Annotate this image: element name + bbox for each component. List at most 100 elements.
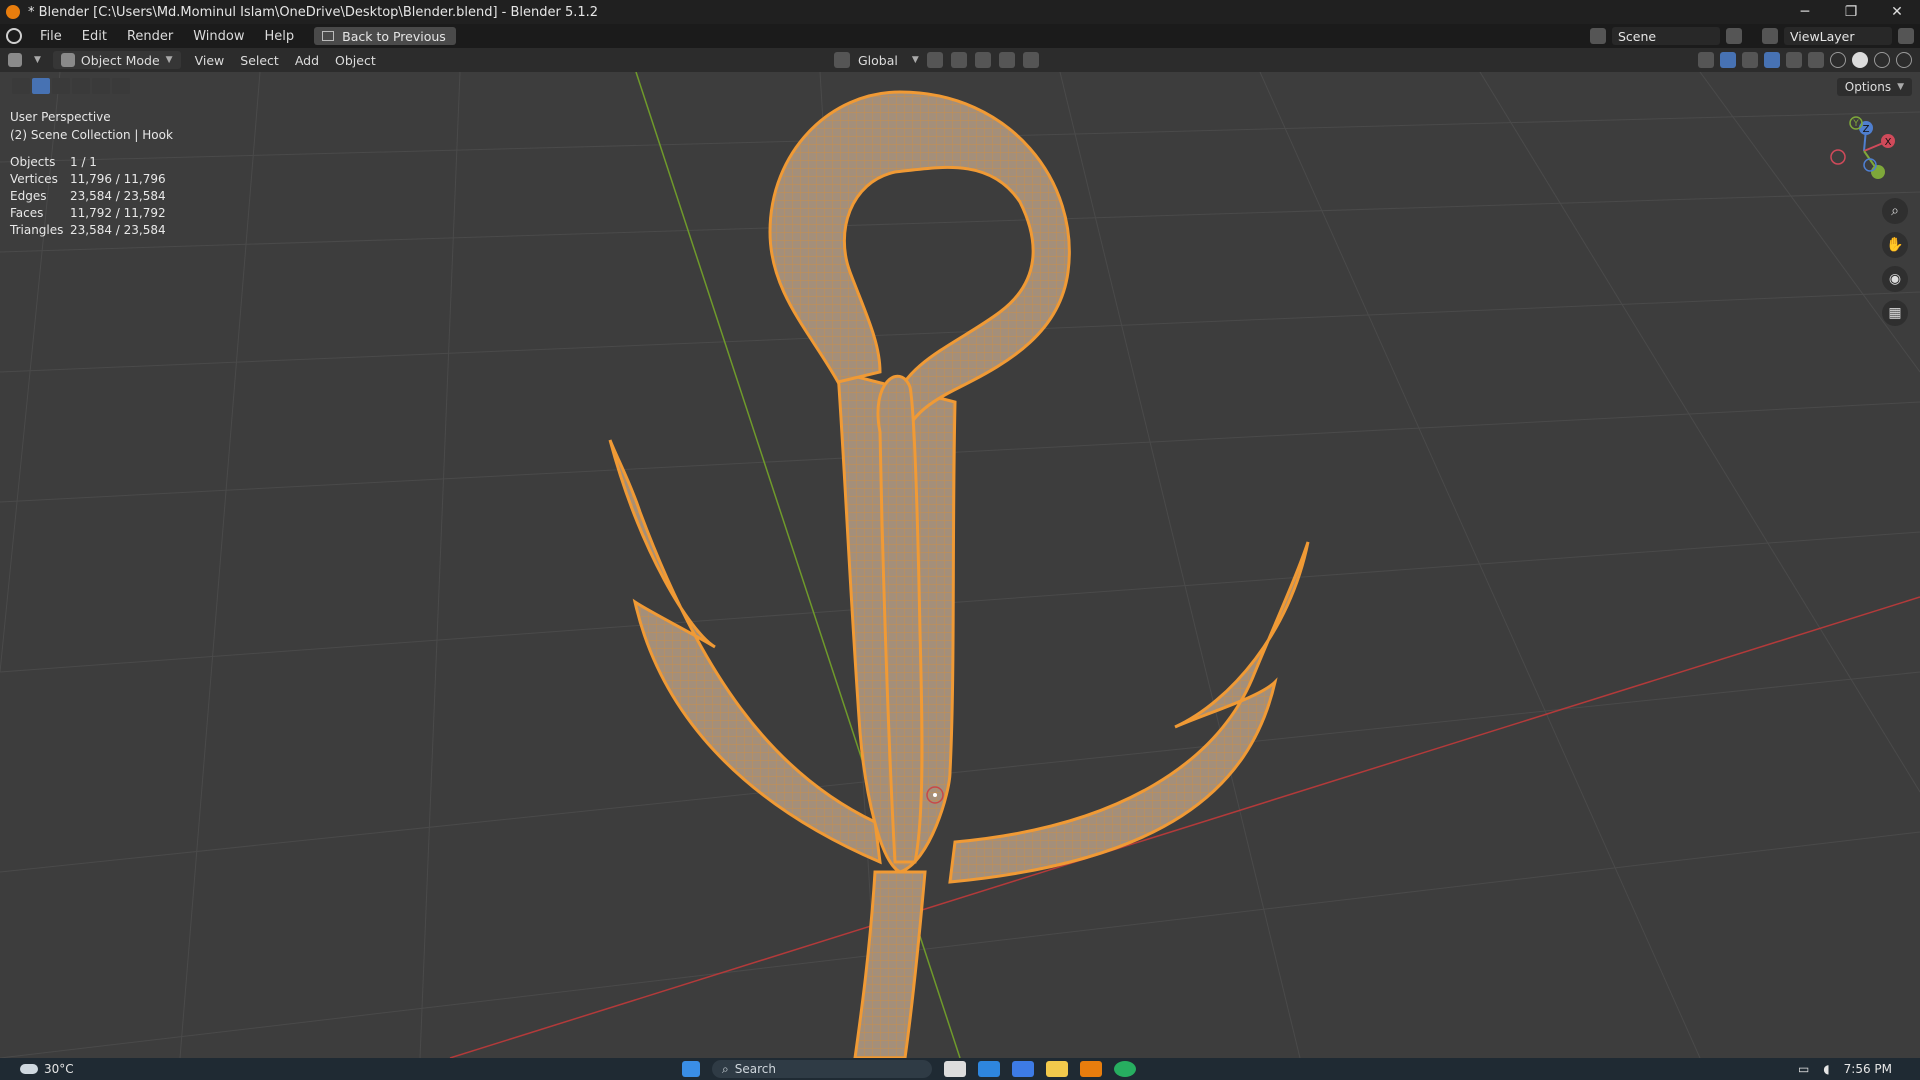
windows-start-icon[interactable] bbox=[682, 1061, 700, 1077]
proportional-editing-icon[interactable] bbox=[998, 52, 1015, 68]
taskbar-search[interactable]: ⌕ Search bbox=[712, 1060, 932, 1078]
scene-name: Scene bbox=[1618, 28, 1657, 44]
navigation-gizmo[interactable]: Z X Y bbox=[1826, 115, 1908, 185]
material-shading-icon[interactable] bbox=[1874, 52, 1890, 68]
wireframe-shading-icon[interactable] bbox=[1830, 52, 1846, 68]
zoom-icon[interactable]: ⌕ bbox=[1882, 198, 1908, 224]
snap-toggle-icon[interactable] bbox=[950, 52, 967, 68]
restore-button[interactable]: ❐ bbox=[1828, 0, 1874, 24]
perspective-toggle-icon[interactable]: ▦ bbox=[1882, 300, 1908, 326]
y-axis-label: Y bbox=[1852, 119, 1859, 129]
minimize-button[interactable]: ─ bbox=[1782, 0, 1828, 24]
transform-controls: Global ▼ bbox=[834, 52, 1039, 68]
stat-value: 23,584 / 23,584 bbox=[70, 223, 166, 237]
back-to-previous-button[interactable]: Back to Previous bbox=[314, 27, 456, 45]
stat-value: 23,584 / 23,584 bbox=[70, 189, 166, 203]
menu-render[interactable]: Render bbox=[117, 29, 183, 44]
scene-selector-icon[interactable] bbox=[1590, 28, 1606, 44]
select-box-intersect-icon[interactable] bbox=[112, 78, 130, 94]
taskview-icon[interactable] bbox=[944, 1061, 966, 1077]
viewport-info-overlay: User Perspective (2) Scene Collection | … bbox=[10, 108, 173, 239]
hook-mesh[interactable] bbox=[608, 90, 1310, 1058]
top-menubar: File Edit Render Window Help Back to Pre… bbox=[0, 24, 1920, 48]
falloff-icon[interactable] bbox=[1022, 52, 1039, 68]
editor-type-button[interactable]: ▼ bbox=[0, 53, 49, 67]
chevron-down-icon: ▼ bbox=[34, 55, 41, 65]
menu-object[interactable]: Object bbox=[327, 53, 384, 68]
solid-shading-icon[interactable] bbox=[1852, 52, 1868, 68]
system-tray: ▭ ◖ 7:56 PM bbox=[1798, 1062, 1892, 1076]
menu-add[interactable]: Add bbox=[287, 53, 327, 68]
edge-icon[interactable] bbox=[1012, 1061, 1034, 1077]
mode-label: Object Mode bbox=[80, 52, 160, 68]
pan-hand-icon[interactable]: ✋ bbox=[1882, 232, 1908, 258]
window-titlebar: * Blender [C:\Users\Md.Mominul Islam\One… bbox=[0, 0, 1920, 24]
os-taskbar: 30°C ⌕ Search ▭ ◖ 7:56 PM bbox=[0, 1058, 1920, 1080]
viewport-scene[interactable] bbox=[0, 72, 1920, 1058]
overlay-toggle-icon[interactable] bbox=[1764, 52, 1780, 68]
rendered-shading-icon[interactable] bbox=[1896, 52, 1912, 68]
blender-logo-icon[interactable] bbox=[6, 28, 22, 44]
3d-viewport-icon bbox=[8, 53, 22, 67]
options-label: Options bbox=[1844, 80, 1892, 94]
screen-back-icon bbox=[322, 31, 335, 41]
3d-viewport[interactable] bbox=[0, 72, 1920, 1058]
snap-target-icon[interactable] bbox=[974, 52, 991, 68]
scene-statistics: Objects 1 / 1 Vertices 11,796 / 11,796 E… bbox=[10, 154, 173, 239]
pivot-point-icon[interactable] bbox=[926, 52, 943, 68]
blender-taskbar-icon[interactable] bbox=[1080, 1061, 1102, 1077]
select-box-subtract-icon[interactable] bbox=[72, 78, 90, 94]
file-explorer-icon[interactable] bbox=[1046, 1061, 1068, 1077]
floor-grid bbox=[0, 72, 1920, 1058]
view-layer-selector-icon[interactable] bbox=[1762, 28, 1778, 44]
y-axis-handle[interactable] bbox=[1871, 165, 1885, 179]
menu-window[interactable]: Window bbox=[183, 29, 254, 44]
menu-help[interactable]: Help bbox=[255, 29, 305, 44]
store-icon[interactable] bbox=[978, 1061, 1000, 1077]
network-icon[interactable]: ▭ bbox=[1798, 1062, 1809, 1076]
menu-view[interactable]: View bbox=[187, 53, 233, 68]
gizmo-toggle-icon[interactable] bbox=[1720, 52, 1736, 68]
new-view-layer-icon[interactable] bbox=[1898, 28, 1914, 44]
search-icon: ⌕ bbox=[722, 1061, 729, 1076]
select-box-new-icon[interactable] bbox=[32, 78, 50, 94]
scene-field[interactable]: Scene bbox=[1612, 27, 1720, 45]
viewport-nav-buttons: ⌕ ✋ ◉ ▦ bbox=[1882, 198, 1908, 326]
window-title: * Blender [C:\Users\Md.Mominul Islam\One… bbox=[28, 4, 599, 20]
blender-app-icon bbox=[6, 5, 20, 19]
overlay-dropdown-icon[interactable] bbox=[1786, 52, 1802, 68]
close-button[interactable]: ✕ bbox=[1874, 0, 1920, 24]
taskbar-apps: ⌕ Search bbox=[682, 1060, 1136, 1078]
chrome-icon[interactable] bbox=[1114, 1061, 1136, 1077]
stat-label: Triangles bbox=[10, 223, 64, 237]
search-placeholder: Search bbox=[734, 1062, 776, 1076]
stat-label: Edges bbox=[10, 189, 47, 203]
stat-value: 11,796 / 11,796 bbox=[70, 172, 166, 186]
menu-edit[interactable]: Edit bbox=[72, 29, 117, 44]
menu-select[interactable]: Select bbox=[232, 53, 287, 68]
menu-file[interactable]: File bbox=[30, 29, 72, 44]
select-tool-row bbox=[12, 78, 130, 94]
volume-icon[interactable]: ◖ bbox=[1823, 1062, 1829, 1076]
orientation-dropdown[interactable]: Global bbox=[858, 53, 898, 68]
new-scene-icon[interactable] bbox=[1726, 28, 1742, 44]
view-layer-field[interactable]: ViewLayer bbox=[1784, 27, 1892, 45]
options-dropdown[interactable]: Options ▼ bbox=[1836, 78, 1912, 96]
chevron-down-icon: ▼ bbox=[1897, 82, 1904, 92]
visibility-icon[interactable] bbox=[1698, 52, 1714, 68]
tweak-tool-icon[interactable] bbox=[12, 78, 30, 94]
neg-x-axis-handle[interactable] bbox=[1830, 149, 1846, 165]
stat-value: 11,792 / 11,792 bbox=[70, 206, 166, 220]
object-mode-icon bbox=[60, 53, 75, 67]
select-box-extend-icon[interactable] bbox=[52, 78, 70, 94]
select-box-invert-icon[interactable] bbox=[92, 78, 110, 94]
weather-widget[interactable]: 30°C bbox=[20, 1062, 74, 1076]
mode-selector[interactable]: Object Mode ▼ bbox=[52, 51, 181, 69]
stat-label: Vertices bbox=[10, 172, 58, 186]
stat-value: 1 / 1 bbox=[70, 155, 97, 169]
xray-toggle-icon[interactable] bbox=[1808, 52, 1824, 68]
clock-time[interactable]: 7:56 PM bbox=[1844, 1062, 1892, 1076]
gizmo-dropdown-icon[interactable] bbox=[1742, 52, 1758, 68]
camera-view-icon[interactable]: ◉ bbox=[1882, 266, 1908, 292]
chevron-down-icon: ▼ bbox=[911, 55, 919, 65]
